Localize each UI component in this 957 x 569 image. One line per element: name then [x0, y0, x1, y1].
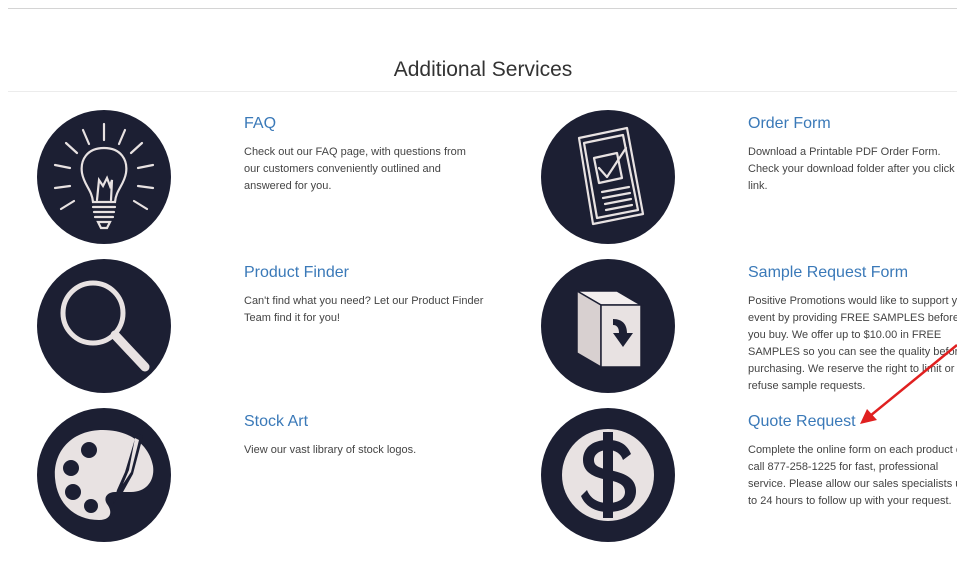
top-divider [8, 8, 957, 9]
stock-art-description: View our vast library of stock logos. [244, 444, 417, 456]
product-finder-description: Can't find what you need? Let our Produc… [244, 295, 484, 324]
order-form-link[interactable]: Order Form [748, 114, 957, 134]
lightbulb-icon[interactable] [37, 110, 171, 244]
checklist-document-icon[interactable] [541, 110, 675, 244]
quote-request-link[interactable]: Quote Request [748, 412, 957, 432]
faq-link[interactable]: FAQ [244, 114, 484, 134]
sample-request-form-link[interactable]: Sample Request Form [748, 263, 957, 283]
order-form-description: Download a Printable PDF Order Form. Che… [748, 146, 957, 192]
sample-request-form-description: Positive Promotions would like to suppor… [748, 295, 957, 392]
additional-services-page: Additional Services FAQ Check out our FA… [0, 0, 957, 569]
faq-description: Check out our FAQ page, with questions f… [244, 146, 466, 192]
quote-request-description: Complete the online form on each product… [748, 444, 957, 507]
stock-art-link[interactable]: Stock Art [244, 412, 484, 432]
sample-box-icon[interactable] [541, 259, 675, 393]
paint-palette-icon[interactable] [37, 408, 171, 542]
dollar-sign-icon[interactable] [541, 408, 675, 542]
magnifying-glass-icon[interactable] [37, 259, 171, 393]
section-title: Additional Services [393, 58, 573, 81]
product-finder-link[interactable]: Product Finder [244, 263, 484, 283]
title-divider [8, 91, 957, 92]
